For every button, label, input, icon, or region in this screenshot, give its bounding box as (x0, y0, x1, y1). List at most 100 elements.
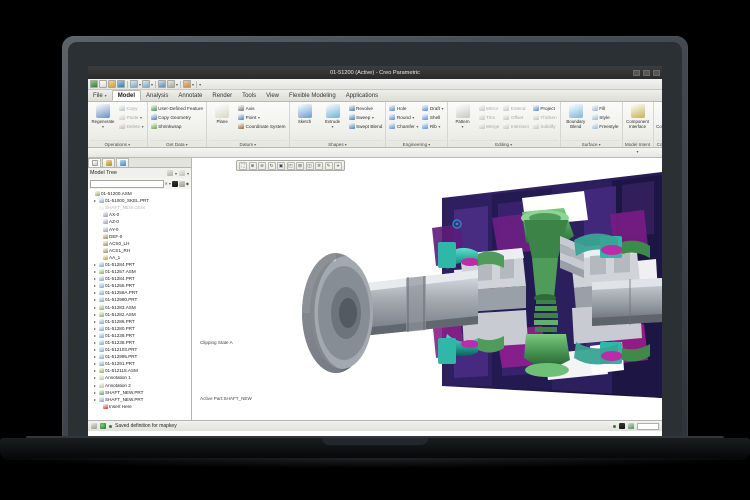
project-button[interactable]: Project (532, 104, 558, 112)
tree-node[interactable]: ▸01-512995.PRT (89, 353, 191, 360)
chevron-down-icon[interactable]: ▾ (258, 114, 260, 121)
tree-node[interactable]: SHAFT_NEW.GEM (89, 204, 191, 211)
undo-icon[interactable] (130, 80, 138, 88)
regenerate-button[interactable]: Regenerate▾ (90, 104, 116, 129)
ribbon-tab-flexible-modeling[interactable]: Flexible Modeling (284, 90, 341, 101)
tree-node[interactable]: ▸01-51283.ASM (89, 304, 191, 311)
expand-arrow-icon[interactable]: ▸ (93, 332, 97, 339)
tree-node[interactable]: ▸01-51291.PRT (89, 360, 191, 367)
chevron-down-icon[interactable]: ▾ (140, 114, 142, 121)
tree-node[interactable]: ▸01-51257.ASM (89, 268, 191, 275)
search-input[interactable] (90, 180, 164, 188)
drag-components-button[interactable]: Drag Components (656, 104, 662, 129)
ribbon-tab-tools[interactable]: Tools (237, 90, 261, 101)
ribbon-tab-file[interactable]: File▾ (88, 90, 112, 101)
ribbon-group-label[interactable]: Datum ▾ (209, 140, 286, 147)
chevron-down-icon[interactable]: ▾ (462, 124, 464, 129)
view-manager-icon[interactable]: ⊞ (296, 162, 304, 170)
tree-node[interactable]: AA_1 (89, 254, 191, 261)
tree-node[interactable]: ▸01-51284.PRT (89, 261, 191, 268)
shell-button[interactable]: Shell (421, 113, 444, 121)
expand-arrow-icon[interactable]: ▸ (93, 311, 97, 318)
ribbon-tab-render[interactable]: Render (207, 90, 237, 101)
expand-arrow-icon[interactable]: ▸ (93, 268, 97, 275)
ribbon-group-label[interactable]: Engineering ▾ (388, 140, 444, 147)
ribbon-group-label[interactable]: Model Intent ▾ (625, 140, 651, 147)
ribbon-group-label[interactable]: Editing ▾ (450, 140, 558, 147)
refresh-icon[interactable] (628, 423, 634, 429)
tree-tab-layers[interactable] (102, 158, 115, 167)
expand-arrow-icon[interactable]: ▸ (93, 197, 97, 204)
round-button[interactable]: Round▾ (388, 113, 419, 121)
save-as-icon[interactable] (117, 80, 125, 88)
expand-arrow-icon[interactable]: ▸ (93, 346, 97, 353)
new-icon[interactable] (90, 80, 98, 88)
tree-node[interactable]: ▸01-51286.PRT (89, 318, 191, 325)
ribbon-group-label[interactable]: Surface ▾ (563, 140, 620, 147)
save-status-icon[interactable] (619, 423, 625, 429)
component-interface-button[interactable]: Component Interface (625, 104, 651, 129)
filter-icon[interactable] (91, 423, 97, 429)
expand-arrow-icon[interactable]: ▸ (93, 396, 97, 403)
boundary-blend-button[interactable]: Boundary Blend (563, 104, 589, 129)
csys-button[interactable]: Coordinate System (237, 122, 286, 130)
plane-button[interactable]: Plane (209, 104, 235, 124)
ribbon-group-label[interactable]: Operations ▾ (90, 140, 145, 147)
tree-node[interactable]: ▸01-51282.ASM (89, 311, 191, 318)
qat-overflow-icon[interactable]: ▾ (199, 82, 201, 87)
tree-node[interactable]: ▸01-512980.PRT (89, 296, 191, 303)
chevron-down-icon[interactable]: ▾ (509, 142, 512, 147)
expand-arrow-icon[interactable]: ▸ (93, 353, 97, 360)
ribbon-tab-applications[interactable]: Applications (341, 90, 383, 101)
refit-icon[interactable]: ⛶ (239, 162, 247, 170)
window-icon[interactable] (167, 80, 175, 88)
tree-node[interactable]: Insert Here (89, 403, 191, 410)
expand-arrow-icon[interactable]: ▸ (93, 367, 97, 374)
ribbon-group-label[interactable]: Get Data ▾ (150, 140, 205, 147)
tree-node[interactable]: ▸01-51280.PRT (89, 325, 191, 332)
expand-arrow-icon[interactable]: ▸ (93, 389, 97, 396)
ribbon-group-label[interactable]: Component ▾ (656, 140, 662, 147)
perspective-icon[interactable]: ◫ (306, 162, 314, 170)
style-button[interactable]: Style (591, 113, 620, 121)
tree-node[interactable]: ▸01-51000_SKEL.PRT (89, 197, 191, 204)
tree-node[interactable]: ▸01-51284.PRT (89, 275, 191, 282)
ribbon-group-label[interactable]: Shapes ▾ (292, 140, 384, 147)
chevron-down-icon[interactable]: ▾ (253, 142, 256, 147)
copy-geometry-button[interactable]: Copy Geometry (150, 113, 205, 121)
tree-filter-caret-icon[interactable]: ▾ (175, 171, 177, 176)
annotation-display-icon[interactable]: ✎ (325, 162, 333, 170)
globe-icon[interactable] (100, 423, 106, 429)
draft-button[interactable]: Draft▾ (421, 104, 444, 112)
tree-settings-caret-icon[interactable]: ▾ (187, 171, 189, 176)
sweep-button[interactable]: Sweep▾ (348, 113, 384, 121)
expand-arrow-icon[interactable]: ▸ (93, 304, 97, 311)
cad-model-viewport[interactable] (192, 158, 662, 420)
chevron-down-icon[interactable]: ▾ (105, 93, 107, 98)
tree-node[interactable]: AX-0 (89, 211, 191, 218)
freestyle-button[interactable]: Freestyle (591, 122, 620, 130)
chevron-down-icon[interactable]: ▾ (598, 142, 601, 147)
expand-arrow-icon[interactable]: ▸ (93, 339, 97, 346)
display-style-icon[interactable]: ▣ (277, 162, 285, 170)
shrinkwrap-button[interactable]: Shrinkwrap (150, 122, 205, 130)
chevron-down-icon[interactable]: ▾ (185, 142, 188, 147)
tree-expand-icon[interactable]: ◆ (186, 181, 189, 186)
fill-button[interactable]: Fill (591, 104, 620, 112)
redo-icon[interactable] (142, 80, 150, 88)
close-window-icon[interactable] (183, 80, 191, 88)
pattern-button[interactable]: Pattern▾ (450, 104, 476, 129)
swept-blend-button[interactable]: Swept Blend (348, 122, 384, 130)
tree-node[interactable]: ▸Annotation 2 (89, 382, 191, 389)
chevron-down-icon[interactable]: ▾ (438, 123, 440, 130)
expand-arrow-icon[interactable]: ▸ (93, 325, 97, 332)
search-clear-icon[interactable]: ✕ (165, 181, 168, 186)
chevron-down-icon[interactable]: ▾ (127, 142, 130, 147)
repaint-icon[interactable]: ↻ (268, 162, 276, 170)
window-caret-icon[interactable]: ▾ (176, 82, 178, 87)
expand-arrow-icon[interactable]: ▸ (93, 318, 97, 325)
tree-find-icon[interactable] (172, 181, 178, 187)
expand-arrow-icon[interactable]: ▸ (93, 296, 97, 303)
expand-arrow-icon[interactable]: ▸ (93, 275, 97, 282)
spin-center-icon[interactable]: ⌖ (334, 162, 342, 170)
